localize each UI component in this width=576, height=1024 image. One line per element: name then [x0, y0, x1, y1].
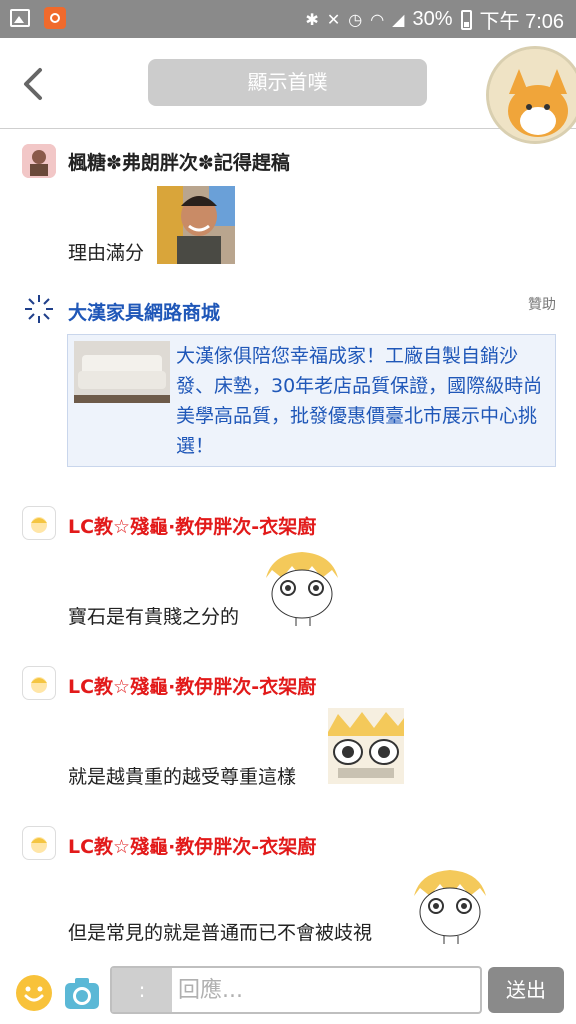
shocked-face-icon [266, 552, 338, 626]
qualifier-button[interactable]: : [112, 968, 172, 1012]
shocked-face-icon [414, 870, 486, 944]
camera-icon [65, 978, 99, 1009]
mute-icon: ✕ [326, 11, 341, 29]
user-avatar[interactable] [486, 46, 576, 144]
avatar[interactable] [22, 666, 56, 700]
show-home-button[interactable]: 顯示首噗 [148, 59, 427, 106]
gallery-icon [10, 9, 30, 27]
chibi-avatar-icon [31, 837, 47, 853]
shocked-face-sticker [328, 708, 404, 784]
app-icon [44, 7, 66, 29]
photo-sticker [157, 186, 235, 264]
send-button[interactable]: 送出 [488, 967, 564, 1013]
battery-icon [460, 9, 472, 30]
battery-percent: 30% [412, 8, 453, 30]
username[interactable]: LC教☆殘龜·教伊胖次-衣架廚 [68, 832, 316, 859]
smiley-icon [24, 986, 44, 1002]
signal-icon: ◢ [392, 11, 405, 29]
status-bar: ✱ ✕ ◷ ◠ ◢ 30% 下午 7:06 [0, 0, 576, 38]
sparkle-logo-icon [25, 295, 53, 323]
laughing-man-photo [157, 186, 235, 264]
username[interactable]: 楓糖✽弗朗胖次✽記得趕稿 [68, 148, 290, 175]
camera-button[interactable] [64, 976, 100, 1010]
avatar[interactable] [22, 826, 56, 860]
avatar[interactable] [22, 144, 56, 178]
ad-card[interactable]: 大漢傢俱陪您幸福成家！工廠自製自銷沙發、床墊，30年老店品質保證，國際級時尚美學… [67, 334, 556, 467]
reply-input[interactable] [172, 968, 478, 1012]
user-avatar-icon [22, 144, 56, 178]
clock: 下午 7:06 [479, 11, 564, 33]
reply-field: : [110, 966, 482, 1014]
avatar[interactable] [22, 292, 56, 326]
chevron-left-icon [24, 68, 42, 100]
sofa-image [74, 341, 170, 403]
emoji-button[interactable] [16, 975, 52, 1011]
username[interactable]: LC教☆殘龜·教伊胖次-衣架廚 [68, 672, 316, 699]
fox-avatar-icon [489, 49, 576, 141]
alarm-icon: ◷ [348, 11, 363, 29]
bluetooth-icon: ✱ [305, 11, 319, 29]
chibi-avatar-icon [31, 677, 47, 693]
shocked-face-sticker [410, 866, 490, 944]
username[interactable]: 大漢家具網路商城 [68, 298, 220, 325]
message-text: 寶石是有貴賤之分的 [68, 606, 240, 628]
back-button[interactable] [20, 66, 50, 102]
shocked-face-icon [328, 708, 404, 784]
wifi-icon: ◠ [370, 11, 385, 29]
header: 顯示首噗 [0, 38, 576, 144]
message-text: 理由滿分 [68, 242, 145, 264]
avatar[interactable] [22, 506, 56, 540]
username[interactable]: LC教☆殘龜·教伊胖次-衣架廚 [68, 512, 316, 539]
sponsor-label: 贊助 [528, 297, 556, 313]
shocked-face-sticker [262, 548, 342, 626]
chibi-avatar-icon [31, 517, 47, 533]
ad-text: 大漢傢俱陪您幸福成家！工廠自製自銷沙發、床墊，30年老店品質保證，國際級時尚美學… [176, 345, 543, 457]
sofa-icon [74, 341, 170, 403]
message-text: 但是常見的就是普通而已不會被歧視 [68, 922, 373, 944]
message-text: 就是越貴重的越受尊重這樣 [68, 766, 297, 788]
